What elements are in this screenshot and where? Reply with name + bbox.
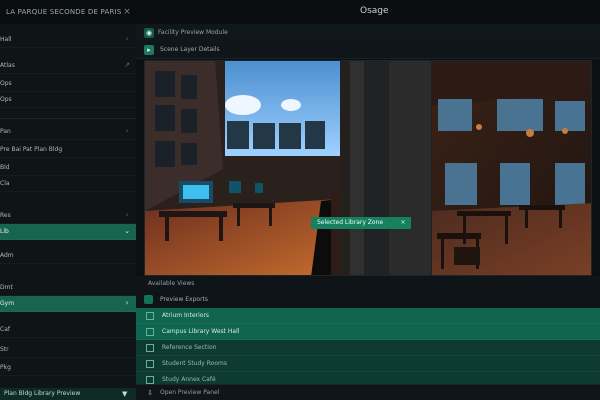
sidebar-item-label: Ops <box>0 80 12 87</box>
sidebar-item-pkg[interactable]: Pkg <box>0 360 136 376</box>
sidebar-item-label: Bld <box>0 164 10 171</box>
footer-action[interactable]: ⇩ Open Preview Panel <box>136 384 600 400</box>
sidebar-item-ops-1[interactable]: Ops <box>0 76 136 92</box>
scene-callout[interactable]: Selected Library Zone × <box>311 217 411 229</box>
scene-callout-text: Selected Library Zone <box>317 219 384 226</box>
list-item-label: Student Study Rooms <box>162 360 227 367</box>
sidebar-item-gym[interactable]: Gym › <box>0 296 136 312</box>
list-item-label: Study Annex Café <box>162 376 216 383</box>
app-window: LA PARQUE SECONDE DE PARIS × Osage Hall … <box>0 0 600 400</box>
sidebar-item-str[interactable]: Str <box>0 342 136 358</box>
main-panel: ◉ Facility Preview Module ▸ Scene Layer … <box>136 24 600 400</box>
layer-icon: ▸ <box>144 45 154 55</box>
chevron-right-icon: › <box>125 35 129 43</box>
main-header-text: Facility Preview Module <box>158 29 228 36</box>
checkbox-icon <box>146 312 154 320</box>
sidebar-item-dmt[interactable]: Dmt <box>0 280 136 296</box>
divider <box>0 118 136 119</box>
download-icon: ▼ <box>122 390 128 398</box>
results-header-text: Available Views <box>148 280 195 287</box>
folder-icon <box>144 295 153 304</box>
sidebar-item-label: Atlas <box>0 62 15 69</box>
sidebar-item-cla[interactable]: Cla <box>0 176 136 192</box>
window-title: Osage <box>360 6 389 16</box>
footer-action-text: Open Preview Panel <box>160 389 220 396</box>
sidebar-item-hall[interactable]: Hall › <box>0 32 136 48</box>
brand-label: LA PARQUE SECONDE DE PARIS <box>6 8 122 16</box>
sidebar-item-label: Cla <box>0 180 10 187</box>
sidebar-item-label: Caf <box>0 326 10 333</box>
main-header: ◉ Facility Preview Module <box>136 24 600 43</box>
sidebar-item-bld[interactable]: Bld <box>0 160 136 176</box>
sidebar-item-caf[interactable]: Caf <box>0 322 136 338</box>
library-scene-image <box>145 61 591 275</box>
sidebar-item-label: Res <box>0 212 11 219</box>
sidebar-item-label: Adm <box>0 252 14 259</box>
checkbox-icon <box>146 344 154 352</box>
sidebar-item-adm[interactable]: Adm <box>0 248 136 264</box>
sidebar-item-label: Ops <box>0 96 12 103</box>
list-item[interactable]: Atrium Interiors <box>136 308 600 324</box>
results-header: Available Views <box>136 276 600 293</box>
sidebar-bottom-label: Plan Bldg Library Preview <box>4 390 81 397</box>
list-item[interactable]: Student Study Rooms <box>136 356 600 372</box>
chevron-right-icon: › <box>125 211 129 219</box>
sidebar-item-label: Gym <box>0 300 15 307</box>
sidebar-item-label: Pan <box>0 128 11 135</box>
sidebar-item-label: Lib <box>0 228 9 235</box>
top-bar: LA PARQUE SECONDE DE PARIS × Osage <box>0 0 600 25</box>
sidebar-bottom-bar[interactable]: Plan Bldg Library Preview ▼ <box>0 388 136 400</box>
subheader-text: Scene Layer Details <box>160 46 220 53</box>
checkbox-icon <box>146 328 154 336</box>
chevron-right-icon: › <box>125 127 129 135</box>
close-icon[interactable]: × <box>399 217 407 229</box>
results-subheader-text: Preview Exports <box>160 296 209 303</box>
sidebar-item-ops-2[interactable]: Ops <box>0 92 136 108</box>
list-item[interactable]: Campus Library West Hall <box>136 324 600 340</box>
download-icon: ⇩ <box>147 389 153 397</box>
chevron-right-icon: › <box>125 299 129 307</box>
list-item-label: Campus Library West Hall <box>162 328 240 335</box>
sidebar-item-lib[interactable]: Lib ⌄ <box>0 224 136 240</box>
checkbox-icon <box>146 360 154 368</box>
list-item[interactable]: Reference Section <box>136 340 600 356</box>
sidebar-item-atlas[interactable]: Atlas ↗ <box>0 58 136 74</box>
image-viewer[interactable]: Selected Library Zone × <box>144 60 592 276</box>
results-subheader: Preview Exports <box>136 292 600 309</box>
trend-icon: ↗ <box>124 61 130 69</box>
sidebar-item-label: Pre Bai Pat Plan Bldg <box>0 146 63 153</box>
sidebar-item-label: Pkg <box>0 364 11 371</box>
sidebar-item-pan[interactable]: Pan › <box>0 124 136 140</box>
sidebar-item-label: Str <box>0 346 9 353</box>
close-icon[interactable]: × <box>122 7 132 17</box>
sidebar-item-label: Hall <box>0 36 12 43</box>
sidebar: Hall › Atlas ↗ Ops Ops Pan › Pre Bai Pat… <box>0 24 137 400</box>
sidebar-item-label: Dmt <box>0 284 13 291</box>
list-item-label: Reference Section <box>162 344 217 351</box>
results-area: Available Views Preview Exports Atrium I… <box>136 276 600 400</box>
chevron-down-icon: ⌄ <box>124 227 130 235</box>
sidebar-item-res[interactable]: Res › <box>0 208 136 224</box>
module-icon: ◉ <box>144 28 154 38</box>
sidebar-item-plan-bldg[interactable]: Pre Bai Pat Plan Bldg <box>0 142 136 158</box>
checkbox-icon <box>146 376 154 384</box>
subheader: ▸ Scene Layer Details <box>136 42 600 59</box>
list-item-label: Atrium Interiors <box>162 312 210 319</box>
